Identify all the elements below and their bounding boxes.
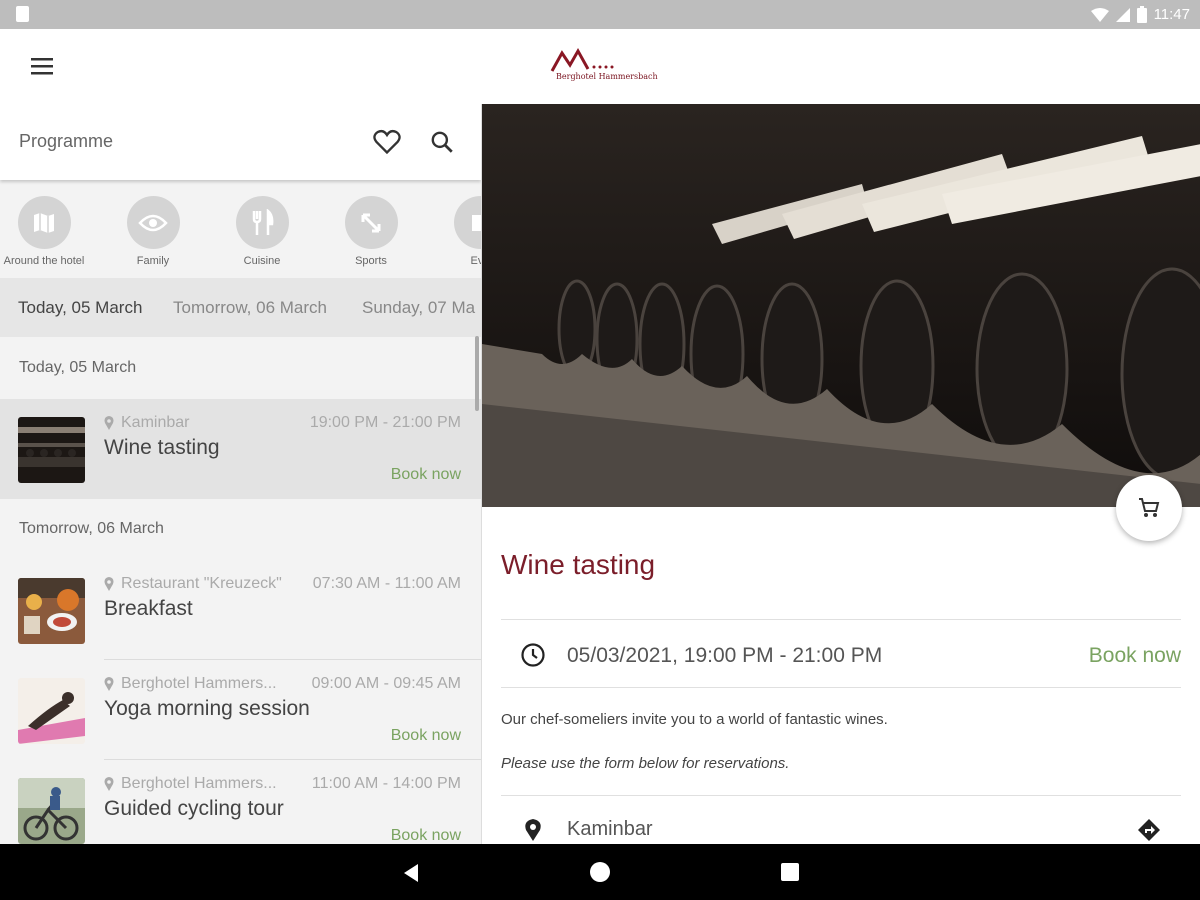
app-bar: Berghotel Hammersbach: [0, 29, 1200, 104]
programme-list-pane: Programme Around the hotel Family Cuisin…: [0, 104, 481, 844]
event-thumbnail: [18, 578, 85, 644]
event-location: Berghotel Hammers...: [121, 775, 277, 792]
category-label: Cuisine: [243, 255, 281, 267]
cutlery-icon: [252, 208, 274, 235]
event-note: Please use the form below for reservatio…: [501, 755, 790, 772]
logo-text: Berghotel Hammersbach: [556, 72, 658, 81]
book-now-link[interactable]: Book now: [391, 466, 461, 484]
event-location: Restaurant "Kreuzeck": [121, 575, 282, 592]
status-time: 11:47: [1153, 6, 1190, 23]
event-detail-pane: Wine tasting 05/03/2021, 19:00 PM - 21:0…: [481, 104, 1200, 844]
event-name: Breakfast: [104, 597, 193, 620]
status-bar: 11:47: [0, 0, 1200, 29]
event-detail-title: Wine tasting: [501, 549, 656, 580]
directions-icon[interactable]: [1137, 818, 1161, 842]
event-location: Berghotel Hammers...: [121, 675, 277, 692]
wifi-icon: [1090, 7, 1109, 22]
event-time: 07:30 AM - 11:00 AM: [312, 575, 461, 592]
event-name: Guided cycling tour: [104, 797, 284, 820]
event-location: Kaminbar: [121, 414, 190, 431]
programme-title: Programme: [19, 131, 114, 151]
event-time: 11:00 AM - 14:00 PM: [311, 775, 461, 792]
map-icon: [34, 212, 54, 233]
book-now-button[interactable]: Book now: [1089, 644, 1181, 668]
book-now-link[interactable]: Book now: [391, 827, 461, 844]
divider: [501, 795, 1181, 796]
section-header-tomorrow: Tomorrow, 06 March: [19, 520, 164, 537]
event-thumbnail: [18, 678, 85, 744]
sd-card-icon: [16, 6, 29, 22]
back-icon[interactable]: [402, 863, 420, 883]
event-item-yoga[interactable]: Berghotel Hammers... 09:00 AM - 09:45 AM…: [0, 660, 481, 760]
heart-icon[interactable]: [373, 129, 401, 155]
category-label: Sports: [355, 255, 387, 267]
category-family[interactable]: Family: [103, 196, 203, 267]
date-tab-sunday[interactable]: Sunday, 07 Ma: [362, 298, 475, 318]
battery-icon: [1136, 6, 1147, 23]
event-time: 09:00 AM - 09:45 AM: [311, 675, 461, 692]
date-tab-today[interactable]: Today, 05 March: [18, 298, 142, 318]
event-time: 19:00 PM - 21:00 PM: [309, 414, 461, 431]
event-description: Our chef-someliers invite you to a world…: [501, 711, 888, 728]
category-label: Family: [136, 255, 170, 267]
home-icon[interactable]: [590, 862, 610, 882]
event-hero-image: [482, 104, 1200, 507]
event-item-cycling[interactable]: Berghotel Hammers... 11:00 AM - 14:00 PM…: [0, 760, 481, 844]
date-tab-tomorrow[interactable]: Tomorrow, 06 March: [173, 298, 327, 318]
system-nav-bar: [0, 844, 1200, 900]
event-thumbnail: [18, 417, 85, 483]
programme-header: Programme: [0, 104, 481, 180]
category-row: Around the hotel Family Cuisine Sports E…: [0, 180, 481, 278]
search-icon[interactable]: [429, 129, 455, 155]
mountain-logo-icon: [550, 47, 614, 72]
event-thumbnail: [18, 778, 85, 844]
clock-icon: [521, 643, 545, 667]
category-around-the-hotel[interactable]: Around the hotel: [0, 196, 94, 267]
location-pin-icon: [525, 819, 541, 841]
event-item-breakfast[interactable]: Restaurant "Kreuzeck" 07:30 AM - 11:00 A…: [0, 560, 481, 660]
event-datetime: 05/03/2021, 19:00 PM - 21:00 PM: [567, 644, 883, 667]
date-tabs: Today, 05 March Tomorrow, 06 March Sunda…: [0, 278, 481, 337]
recent-apps-icon[interactable]: [781, 863, 799, 881]
event-name: Wine tasting: [104, 436, 220, 459]
event-icon: [472, 214, 481, 231]
divider: [501, 619, 1181, 620]
category-sports[interactable]: Sports: [321, 196, 421, 267]
category-label: Around the hotel: [3, 255, 85, 267]
category-label: Eve: [470, 255, 481, 267]
section-header-today: Today, 05 March: [19, 359, 137, 376]
add-to-cart-button[interactable]: [1116, 475, 1182, 541]
cart-icon: [1139, 498, 1160, 517]
category-cuisine[interactable]: Cuisine: [212, 196, 312, 267]
event-location-detail: Kaminbar: [567, 818, 653, 840]
book-now-link[interactable]: Book now: [391, 727, 461, 745]
menu-icon[interactable]: [28, 54, 56, 78]
eye-icon: [138, 214, 168, 231]
list-scrollbar[interactable]: [475, 336, 479, 411]
signal-icon: [1115, 7, 1130, 22]
arrows-expand-icon: [361, 213, 381, 232]
event-item-wine-tasting[interactable]: Kaminbar 19:00 PM - 21:00 PM Wine tastin…: [0, 399, 481, 499]
hotel-logo: Berghotel Hammersbach: [548, 47, 658, 87]
category-events[interactable]: Eve: [430, 196, 481, 267]
event-name: Yoga morning session: [104, 697, 310, 720]
divider: [501, 687, 1181, 688]
